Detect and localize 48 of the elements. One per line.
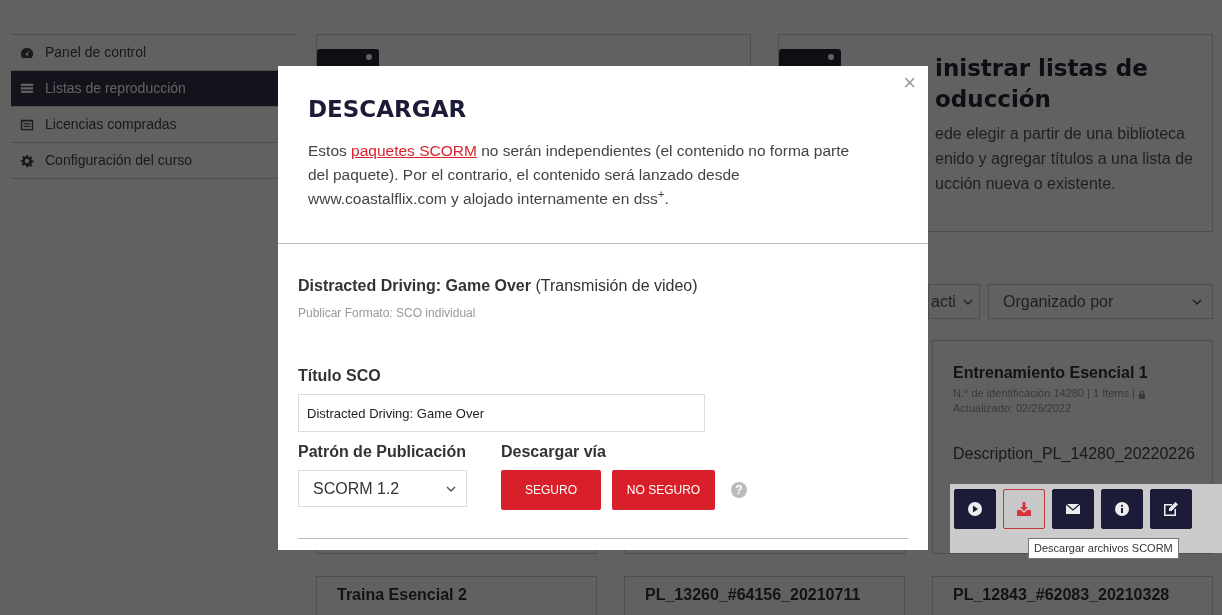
chevron-icon [963,297,973,306]
help-icon[interactable]: ? [731,482,747,498]
card-title: oducción [935,85,1051,114]
tooltip: Descargar archivos SCORM [1028,538,1179,559]
modal-title: DESCARGAR [308,96,468,124]
card-title: PL_12843_#62083_20210328 [953,585,1171,605]
gauge-icon [19,45,35,60]
card-description: Description_PL_14280_20220226 [953,444,1192,465]
field-label: Patrón de Publicación [298,442,467,462]
download-button[interactable]: NO SEGURO [612,470,715,510]
mail-button[interactable] [1052,489,1094,530]
play-button[interactable] [954,489,996,530]
play-icon [967,501,983,518]
select-field[interactable]: SCORM 1.2 [298,470,467,507]
gear-icon [19,153,35,168]
course-title: Distracted Driving: Game Over (Transmisión de video) [298,276,699,296]
download-icon [1016,501,1032,518]
publish-format: Publicar Formato: SCO individual [298,305,477,322]
card-title: inistrar listas de [935,54,1148,83]
info-button[interactable] [1101,489,1143,530]
list-icon [19,81,35,96]
input-field[interactable]: Distracted Driving: Game Over [298,394,705,432]
sidebar-item[interactable]: Configuración del curso [11,143,278,178]
sidebar-item[interactable]: Licencias compradas [11,107,278,142]
sidebar-item[interactable]: Panel de control [11,35,278,70]
edit-button[interactable] [1150,489,1192,530]
card-title: Entrenamiento Esencial 1 [953,363,1149,383]
chevron-icon [446,484,456,493]
field-label: Descargar vía [501,442,607,462]
download-button[interactable]: SEGURO [501,470,601,510]
intro-text: Estos paquetes SCORM no serán independientes (el contenido no forma parte del paquete). Por el contrario, el contenido será lanzado desde www.coastalflix.com y alojado internamente en dss$^{+}$. [308,140,851,209]
card-text: ede elegir a partir de una biblioteca [935,124,1186,144]
card-text: enido y agregar títulos a una lista de [935,149,1190,169]
field-label: Título SCO [298,366,382,386]
close-button[interactable]: × [903,72,916,94]
card-title: PL_13260_#64156_20210711 [645,585,862,605]
download-button[interactable] [1003,489,1045,530]
lock-icon [1138,389,1146,399]
info-icon [1114,501,1130,518]
card-icon [19,117,35,132]
sidebar-item[interactable]: Listas de reproducción [11,71,278,106]
filter-select[interactable]: Organizado por [988,284,1213,319]
chevron-icon [1192,297,1202,306]
link[interactable]: paquetes SCORM [351,141,477,159]
edit-icon [1163,501,1179,518]
filter-select[interactable]: acti [928,284,980,319]
card-title: Traina Esencial 2 [337,585,468,605]
card-text: ucción nueva o existente. [935,174,1117,194]
